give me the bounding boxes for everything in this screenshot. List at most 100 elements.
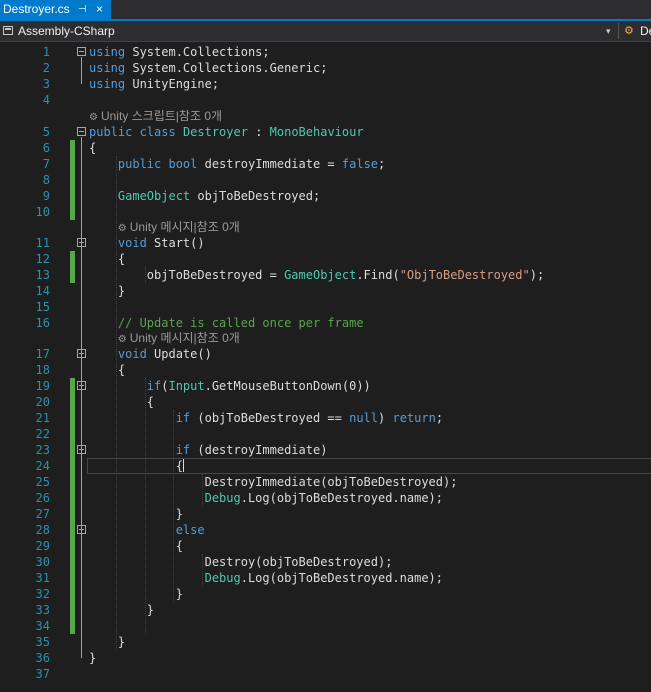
code-token: { <box>89 141 97 155</box>
line-number: 34 <box>35 619 50 633</box>
code-text[interactable]: { <box>89 140 96 156</box>
line-number: 18 <box>35 363 50 377</box>
codelens-hint[interactable]: ⚙ Unity 메시지|참조 0개 <box>118 219 240 237</box>
line-number: 37 <box>35 667 50 681</box>
keyword-token: void <box>117 236 147 250</box>
codelens-hint[interactable]: ⚙ Unity 스크립트|참조 0개 <box>89 108 222 126</box>
code-line: 37 <box>0 666 651 682</box>
code-editor[interactable]: 1 using System.Collections; 2 using System.… <box>0 42 651 692</box>
change-indicator <box>70 251 75 267</box>
code-text[interactable]: if (destroyImmediate) <box>89 442 328 458</box>
collapse-toggle-icon[interactable] <box>77 525 86 534</box>
code-line: 24 { <box>0 458 651 474</box>
code-text[interactable]: using System.Collections.Generic; <box>89 60 327 76</box>
change-indicator <box>70 442 75 458</box>
code-token: objToBeDestroyed; <box>190 189 321 203</box>
code-text[interactable]: using UnityEngine; <box>89 76 219 92</box>
code-text[interactable]: } <box>89 650 96 666</box>
change-indicator <box>70 188 75 204</box>
change-indicator <box>70 490 75 506</box>
tab-destroyer-cs[interactable]: Destroyer.cs ⊣ × <box>0 0 111 19</box>
code-text[interactable]: // Update is called once per frame <box>89 315 364 331</box>
code-token: (objToBeDestroyed == <box>190 411 350 425</box>
codelens-text: Unity 스크립트|참조 0개 <box>100 109 223 123</box>
code-line: 1 using System.Collections; <box>0 44 651 60</box>
code-text[interactable]: void Start() <box>89 235 205 251</box>
codelens-hint[interactable]: ⚙ Unity 메시지|참조 0개 <box>118 330 240 348</box>
code-text[interactable]: { <box>89 458 184 474</box>
code-text[interactable]: { <box>89 362 125 378</box>
code-text[interactable]: } <box>89 283 125 299</box>
code-text[interactable]: Debug.Log(objToBeDestroyed.name); <box>89 570 443 586</box>
change-indicator <box>70 204 75 220</box>
pin-icon[interactable]: ⊣ <box>78 0 87 19</box>
code-text[interactable]: Destroy(objToBeDestroyed); <box>89 554 393 570</box>
navbar-divider <box>618 23 619 39</box>
keyword-token: public bool <box>117 157 198 171</box>
line-number: 24 <box>35 459 50 473</box>
code-line: 4 <box>0 92 651 108</box>
code-token: UnityEngine; <box>125 77 220 91</box>
keyword-token: if <box>146 379 162 393</box>
code-token: } <box>89 603 155 617</box>
line-number: 5 <box>42 125 50 139</box>
code-text[interactable]: GameObject objToBeDestroyed; <box>89 188 320 204</box>
line-number: 9 <box>42 189 50 203</box>
code-text[interactable]: } <box>89 634 125 650</box>
navigation-bar: Assembly-CSharp ▾ ⚙ De <box>0 21 651 42</box>
code-line: 21 if (objToBeDestroyed == null) return; <box>0 410 651 426</box>
line-number: 26 <box>35 491 50 505</box>
code-text[interactable]: } <box>89 506 183 522</box>
code-text[interactable]: } <box>89 602 154 618</box>
code-text[interactable]: public bool destroyImmediate = false; <box>89 156 385 172</box>
change-indicator <box>70 586 75 602</box>
code-token: } <box>89 635 126 649</box>
code-text[interactable]: public class Destroyer : MonoBehaviour <box>89 124 364 140</box>
close-icon[interactable]: × <box>96 0 103 19</box>
line-number: 4 <box>42 93 50 107</box>
code-text[interactable]: objToBeDestroyed = GameObject.Find("ObjT… <box>89 267 544 283</box>
code-line: 9 GameObject objToBeDestroyed; <box>0 188 651 204</box>
line-number: 10 <box>35 205 50 219</box>
code-token: Destroy(objToBeDestroyed); <box>89 555 393 569</box>
member-dropdown[interactable]: ⚙ De <box>621 21 651 41</box>
code-line: 17 void Update() <box>0 346 651 362</box>
codelens-row: ⚙ Unity 메시지|참조 0개 <box>0 330 651 346</box>
code-text[interactable]: { <box>89 394 154 410</box>
keyword-token: public class <box>89 125 176 139</box>
collapse-toggle-icon[interactable] <box>77 349 86 358</box>
line-number: 21 <box>35 411 50 425</box>
code-token: Start() <box>146 236 205 250</box>
collapse-toggle-icon[interactable] <box>77 445 86 454</box>
code-token: Update() <box>146 347 212 361</box>
code-text[interactable]: { <box>89 251 125 267</box>
line-number: 1 <box>42 45 50 59</box>
code-text[interactable]: using System.Collections; <box>89 44 270 60</box>
line-number: 31 <box>35 571 50 585</box>
code-text[interactable]: if(Input.GetMouseButtonDown(0)) <box>89 378 371 394</box>
collapse-toggle-icon[interactable] <box>77 381 86 390</box>
code-line: 6{ <box>0 140 651 156</box>
collapse-toggle-icon[interactable] <box>77 238 86 247</box>
code-text[interactable]: } <box>89 586 183 602</box>
keyword-token: if <box>175 443 191 457</box>
change-indicator <box>70 172 75 188</box>
change-indicator <box>70 522 75 538</box>
collapse-toggle-icon[interactable] <box>77 47 86 56</box>
change-indicator <box>70 474 75 490</box>
code-text[interactable]: if (objToBeDestroyed == null) return; <box>89 410 443 426</box>
line-number: 15 <box>35 300 50 314</box>
collapse-toggle-icon[interactable] <box>77 127 86 136</box>
code-text[interactable]: else <box>89 522 205 538</box>
code-text[interactable]: Debug.Log(objToBeDestroyed.name); <box>89 490 443 506</box>
code-text[interactable]: void Update() <box>89 346 212 362</box>
project-dropdown[interactable]: Assembly-CSharp ▾ <box>0 21 617 41</box>
code-text[interactable]: { <box>89 538 183 554</box>
change-indicator <box>70 378 75 394</box>
member-name: De <box>640 24 651 38</box>
code-text[interactable]: DestroyImmediate(objToBeDestroyed); <box>89 474 458 490</box>
change-indicator <box>70 506 75 522</box>
